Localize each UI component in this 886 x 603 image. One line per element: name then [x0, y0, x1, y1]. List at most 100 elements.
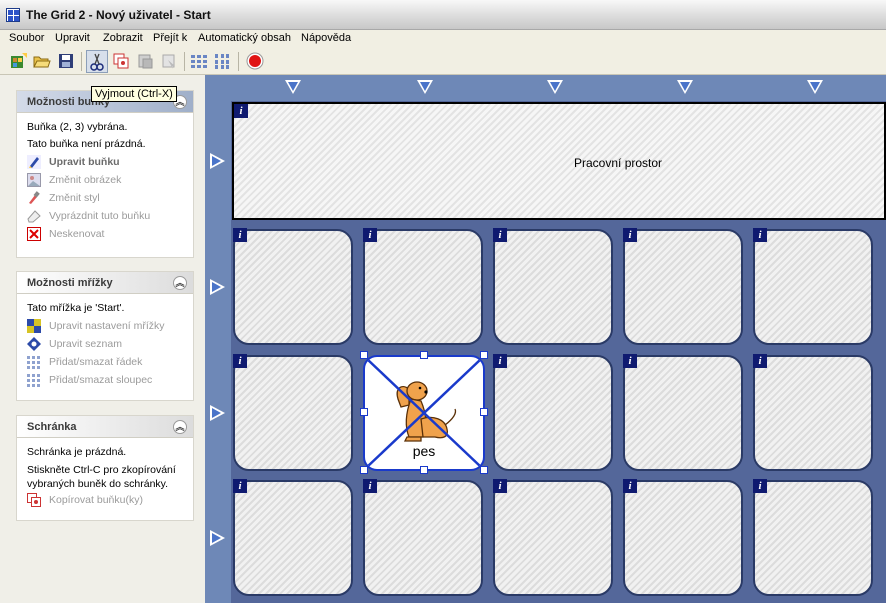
row-select-arrow-2[interactable] [210, 279, 225, 295]
clipboard-hint-2: vybraných buněk do schránky. [27, 478, 169, 490]
add-remove-column-link[interactable]: Přidat/smazat sloupec [27, 371, 193, 389]
grid-cell[interactable] [753, 229, 873, 345]
info-icon[interactable]: i [363, 228, 377, 242]
column-select-arrow-5[interactable] [807, 80, 823, 94]
info-icon[interactable]: i [623, 354, 637, 368]
change-picture-link[interactable]: Změnit obrázek [27, 171, 193, 189]
clear-cell-link[interactable]: Vyprázdnit tuto buňku [27, 207, 193, 225]
column-select-arrow-3[interactable] [547, 80, 563, 94]
info-icon[interactable]: i [753, 228, 767, 242]
info-icon[interactable]: i [233, 354, 247, 368]
info-icon[interactable]: i [623, 479, 637, 493]
toolbar-separator [238, 52, 239, 71]
cell-options-panel: Možnosti buňky ︽ Buňka (2, 3) vybrána. T… [16, 90, 194, 258]
dont-scan-link[interactable]: Neskenovat [27, 225, 193, 243]
info-icon[interactable]: i [493, 479, 507, 493]
grid-cell[interactable] [623, 229, 743, 345]
panel-title: Schránka [27, 421, 77, 433]
clipboard-status: Schránka je prázdná. [27, 446, 127, 458]
grid-rows-icon[interactable] [190, 52, 208, 70]
resize-handle[interactable] [480, 466, 488, 474]
menu-automaticky-obsah[interactable]: Automatický obsah [198, 32, 291, 44]
menu-soubor[interactable]: Soubor [9, 32, 44, 44]
column-select-arrow-1[interactable] [285, 80, 301, 94]
paste-style-icon[interactable] [160, 52, 178, 70]
collapse-icon[interactable]: ︽ [173, 276, 187, 290]
brush-icon [29, 191, 40, 204]
pencil-icon [27, 155, 41, 169]
selection-status: Buňka (2, 3) vybrána. [27, 121, 128, 133]
cell-label: pes [412, 443, 436, 459]
row-select-arrow-3[interactable] [210, 405, 225, 421]
grid-cell[interactable] [493, 355, 613, 471]
clipboard-header[interactable]: Schránka ︽ [17, 416, 193, 438]
menu-zobrazit[interactable]: Zobrazit [103, 32, 143, 44]
menu-upravit[interactable]: Upravit [55, 32, 90, 44]
info-icon[interactable]: i [233, 479, 247, 493]
toolbar-separator [81, 52, 82, 71]
edit-cell-link[interactable]: Upravit buňku [27, 153, 193, 171]
grid-cell[interactable] [493, 229, 613, 345]
paste-icon[interactable] [136, 52, 154, 70]
workspace-label: Pracovní prostor [574, 156, 663, 170]
title-bar: The Grid 2 - Nový uživatel - Start [0, 0, 886, 30]
row-select-arrow-1[interactable] [210, 153, 225, 169]
save-icon[interactable] [57, 52, 75, 70]
cross-icon [27, 227, 41, 241]
grid-options-panel: Možnosti mřížky ︽ Tato mřížka je 'Start'… [16, 271, 194, 401]
column-select-arrow-4[interactable] [677, 80, 693, 94]
edit-grid-settings-link[interactable]: Upravit nastavení mřížky [27, 317, 193, 335]
info-icon[interactable]: i [753, 354, 767, 368]
row-select-arrow-4[interactable] [210, 530, 225, 546]
edit-list-link[interactable]: Upravit seznam [27, 335, 193, 353]
record-icon[interactable] [246, 52, 264, 70]
app-icon [6, 8, 20, 22]
copy-cells-link[interactable]: Kopírovat buňku(ky) [27, 491, 193, 509]
grid-cell[interactable] [233, 229, 353, 345]
grid-cell[interactable] [493, 480, 613, 596]
grid-cell[interactable] [753, 480, 873, 596]
new-grid-icon[interactable] [10, 52, 28, 70]
grid-cell[interactable] [363, 480, 483, 596]
resize-handle[interactable] [360, 408, 368, 416]
resize-handle[interactable] [360, 466, 368, 474]
tooltip: Vyjmout (Ctrl-X) [91, 86, 177, 102]
open-folder-icon[interactable] [33, 52, 51, 70]
cut-icon[interactable] [86, 50, 108, 73]
resize-handle[interactable] [420, 351, 428, 359]
grid-cell[interactable] [233, 480, 353, 596]
grid-cell[interactable] [623, 355, 743, 471]
grid-cell[interactable] [623, 480, 743, 596]
grid-cell[interactable] [363, 229, 483, 345]
add-remove-row-link[interactable]: Přidat/smazat řádek [27, 353, 193, 371]
resize-handle[interactable] [480, 351, 488, 359]
resize-handle[interactable] [360, 351, 368, 359]
grid-cols-icon[interactable] [213, 52, 231, 70]
info-icon[interactable]: i [363, 479, 377, 493]
copy-icon[interactable] [112, 52, 130, 70]
collapse-icon[interactable]: ︽ [173, 420, 187, 434]
info-icon[interactable]: i [753, 479, 767, 493]
info-icon[interactable]: i [493, 228, 507, 242]
menu-napoveda[interactable]: Nápověda [301, 32, 351, 44]
info-icon[interactable]: i [493, 354, 507, 368]
eraser-icon [27, 210, 41, 223]
info-icon[interactable]: i [234, 104, 248, 118]
selected-cell-pes[interactable]: pes [363, 355, 485, 471]
clipboard-hint-1: Stiskněte Ctrl-C pro zkopírování [27, 464, 176, 476]
resize-handle[interactable] [480, 408, 488, 416]
menu-prejit-k[interactable]: Přejít k [153, 32, 187, 44]
grid-cell[interactable] [233, 355, 353, 471]
grid-status: Tato mřížka je 'Start'. [27, 302, 125, 314]
info-icon[interactable]: i [623, 228, 637, 242]
change-style-link[interactable]: Změnit styl [27, 189, 193, 207]
grid-cell[interactable] [753, 355, 873, 471]
info-icon[interactable]: i [233, 228, 247, 242]
grid-options-header[interactable]: Možnosti mřížky ︽ [17, 272, 193, 294]
column-select-arrow-2[interactable] [417, 80, 433, 94]
toolbar [0, 48, 886, 75]
workspace-cell[interactable]: i Pracovní prostor [232, 102, 886, 220]
panel-title: Možnosti mřížky [27, 277, 113, 289]
rows-icon [27, 356, 40, 369]
resize-handle[interactable] [420, 466, 428, 474]
